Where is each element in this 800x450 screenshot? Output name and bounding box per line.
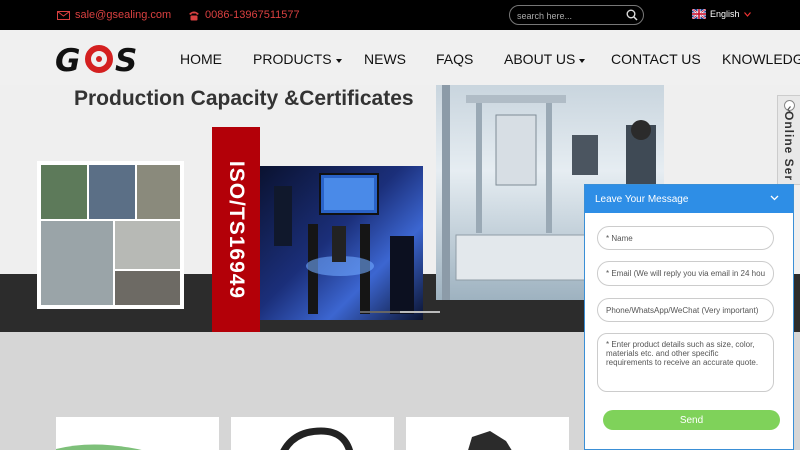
send-button[interactable]: Send [603,410,780,430]
email-field[interactable] [597,261,774,286]
search-input[interactable] [517,9,622,22]
collage-photo [41,221,113,305]
nav-home-label: HOME [180,51,222,67]
collage-photo [115,271,180,305]
site-header: G S HOME PRODUCTS NEWS FAQS ABOUT US CON… [0,30,800,85]
online-service-tab[interactable]: Online Ser [777,95,800,185]
collage-photo [41,165,87,219]
top-bar: sale@gsealing.com 0086-13967511577 searc… [0,0,800,30]
collage-photo [137,165,180,219]
uk-flag-icon [692,9,706,19]
product-card[interactable] [56,417,219,450]
slider-indicator-active [400,311,440,313]
nav-knowledge[interactable]: KNOWLEDGE [722,51,800,67]
message-panel-header[interactable]: Leave Your Message [585,185,793,213]
caret-down-icon [335,58,342,63]
name-field[interactable] [597,226,774,250]
gqs-logo[interactable]: G S [55,42,151,76]
chevron-left-icon [784,100,795,113]
search-box [509,5,644,25]
language-label: English [710,9,740,19]
nav-faqs[interactable]: FAQS [436,51,473,67]
phone-icon [189,11,199,20]
caret-down-icon [579,58,586,63]
chevron-down-icon[interactable] [770,195,779,201]
phone-text: 0086-13967511577 [205,9,300,21]
nav-faqs-label: FAQS [436,51,474,67]
search-icon[interactable] [626,9,638,21]
inspection-lab-image [260,166,423,320]
hero-title: Production Capacity &Certificates [74,87,414,110]
mail-icon [57,10,70,20]
language-selector[interactable]: English [692,9,751,19]
email-link[interactable]: sale@gsealing.com [57,9,171,21]
product-details-field[interactable] [597,333,774,392]
collage-photo [115,221,180,269]
phone-link[interactable]: 0086-13967511577 [188,9,300,21]
factory-collage-image [37,161,184,309]
nav-products[interactable]: PRODUCTS [253,51,342,67]
nav-about-us[interactable]: ABOUT US [504,51,586,67]
svg-text:G: G [55,43,80,76]
nav-home[interactable]: HOME [180,51,222,67]
nav-contact-us[interactable]: CONTACT US [611,51,701,67]
nav-knowledge-label: KNOWLEDGE [722,51,800,67]
slider-indicator[interactable] [360,311,440,313]
message-panel-title: Leave Your Message [595,194,689,205]
nav-products-label: PRODUCTS [253,51,332,67]
email-text: sale@gsealing.com [75,9,172,21]
product-card[interactable] [231,417,394,450]
svg-text:S: S [115,43,137,76]
nav-contact-us-label: CONTACT US [611,51,701,67]
nav-news-label: NEWS [364,51,406,67]
chevron-down-icon [743,11,751,17]
nav-about-us-label: ABOUT US [504,51,576,67]
product-card[interactable] [406,417,569,450]
leave-message-panel: Leave Your Message Send [584,184,794,450]
online-service-label: Online Ser [782,110,796,182]
collage-photo [89,165,135,219]
iso-certificate-text: ISO/TS16949 [225,160,248,300]
phone-field[interactable] [597,298,774,322]
nav-news[interactable]: NEWS [364,51,406,67]
